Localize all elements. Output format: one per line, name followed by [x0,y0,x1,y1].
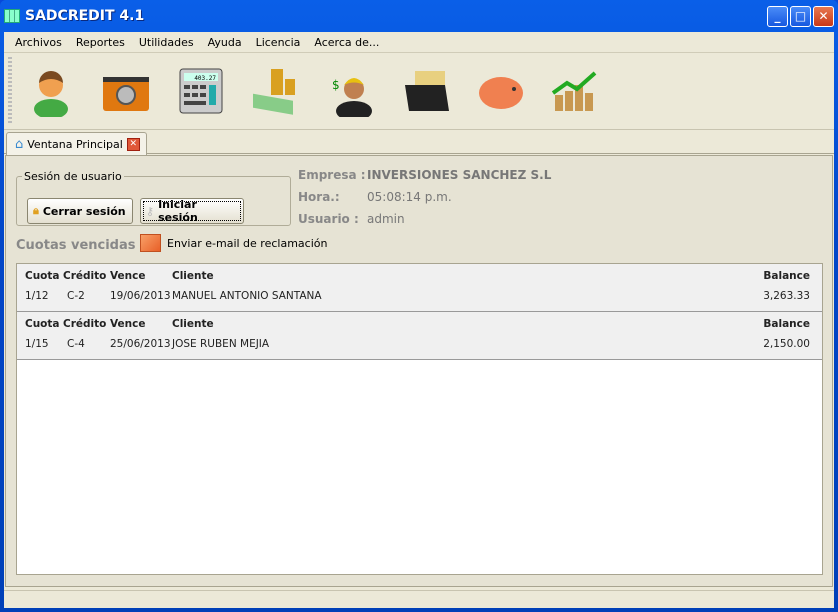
cell-cliente: JOSE RUBEN MEJIA [172,338,270,350]
usuario-label: Usuario : [298,212,359,226]
menu-licencia[interactable]: Licencia [249,36,308,49]
list-item[interactable]: Cuota Crédito Vence Cliente Balance 1/15… [17,312,822,360]
hora-label: Hora.: [298,190,340,204]
cell-cuota: 1/15 [25,338,49,350]
home-icon: ⌂ [15,136,24,152]
key-icon: ⚷ [146,204,155,218]
logout-button[interactable]: 🔒︎ Cerrar sesión [27,198,133,224]
logout-label: Cerrar sesión [42,204,126,218]
cell-cuota: 1/12 [25,290,49,302]
safe-folder-icon[interactable] [99,65,153,117]
piggy-bank-icon[interactable] [474,65,528,117]
status-bar [4,590,834,608]
tab-label: Ventana Principal [27,137,123,151]
cell-vence: 25/06/2013 [110,338,171,350]
session-group: Sesión de usuario 🔒︎ Cerrar sesión ⚷ Inici… [16,170,291,226]
session-legend: Sesión de usuario [24,170,122,183]
menu-ayuda[interactable]: Ayuda [201,36,249,49]
header-cuota: Cuota [25,270,60,282]
title-bar: SADCREDIT 4.1 [4,8,144,24]
usuario-value: admin [367,212,405,226]
cell-cliente: MANUEL ANTONIO SANTANA [172,290,322,302]
header-credito: Crédito [63,318,107,330]
overdue-list: Cuota Crédito Vence Cliente Balance 1/12… [16,263,823,575]
cell-balance: 2,150.00 [763,338,810,350]
header-cliente: Cliente [172,270,214,282]
overdue-title: Cuotas vencidas [16,238,136,253]
cell-vence: 19/06/2013 [110,290,171,302]
file-box-icon[interactable] [399,65,453,117]
cell-credito: C-4 [67,338,85,350]
header-credito: Crédito [63,270,107,282]
header-balance: Balance [763,270,810,282]
app-icon [4,9,20,23]
send-email-button[interactable]: Enviar e-mail de reclamación [140,234,327,252]
header-cuota: Cuota [25,318,60,330]
menu-utilidades[interactable]: Utilidades [132,36,201,49]
close-button[interactable]: ✕ [813,6,834,27]
calculator-display: 403.27 [194,75,216,82]
calculator-icon[interactable]: 403.27 [174,65,228,117]
lock-icon: 🔒︎ [33,204,39,217]
close-tab-icon[interactable]: ✕ [126,137,140,151]
menu-bar: Archivos Reportes Utilidades Ayuda Licen… [4,32,834,53]
cell-credito: C-2 [67,290,85,302]
send-email-label: Enviar e-mail de reclamación [167,236,328,250]
window-title: SADCREDIT 4.1 [25,8,145,24]
menu-reportes[interactable]: Reportes [69,36,132,49]
empresa-label: Empresa : [298,168,366,182]
money-coins-icon[interactable] [249,65,303,117]
maximize-button[interactable]: □ [790,6,811,27]
header-vence: Vence [110,270,146,282]
tab-ventana-principal[interactable]: ⌂ Ventana Principal ✕ [6,132,147,155]
email-icon [140,234,161,252]
list-item[interactable]: Cuota Crédito Vence Cliente Balance 1/12… [17,264,822,312]
main-panel: Sesión de usuario 🔒︎ Cerrar sesión ⚷ Inici… [5,155,833,587]
minimize-button[interactable]: _ [767,6,788,27]
menu-archivos[interactable]: Archivos [8,36,69,49]
empresa-value: INVERSIONES SANCHEZ S.L [367,168,552,182]
hora-value: 05:08:14 p.m. [367,190,452,204]
cell-balance: 3,263.33 [763,290,810,302]
login-label: Iniciar sesión [158,198,198,224]
menu-acerca[interactable]: Acerca de... [307,36,386,49]
header-cliente: Cliente [172,318,214,330]
user-icon[interactable] [24,65,78,117]
header-vence: Vence [110,318,146,330]
growth-chart-icon[interactable] [549,65,603,117]
businessman-money-icon[interactable]: $ [324,65,378,117]
app-window: SADCREDIT 4.1 _ □ ✕ Archivos Reportes Ut… [0,0,838,612]
toolbar-grip[interactable] [8,57,12,125]
svg-text:$: $ [332,78,340,92]
header-balance: Balance [763,318,810,330]
login-button[interactable]: ⚷ Iniciar sesión [140,198,244,224]
toolbar: 403.27 $ [4,53,834,130]
